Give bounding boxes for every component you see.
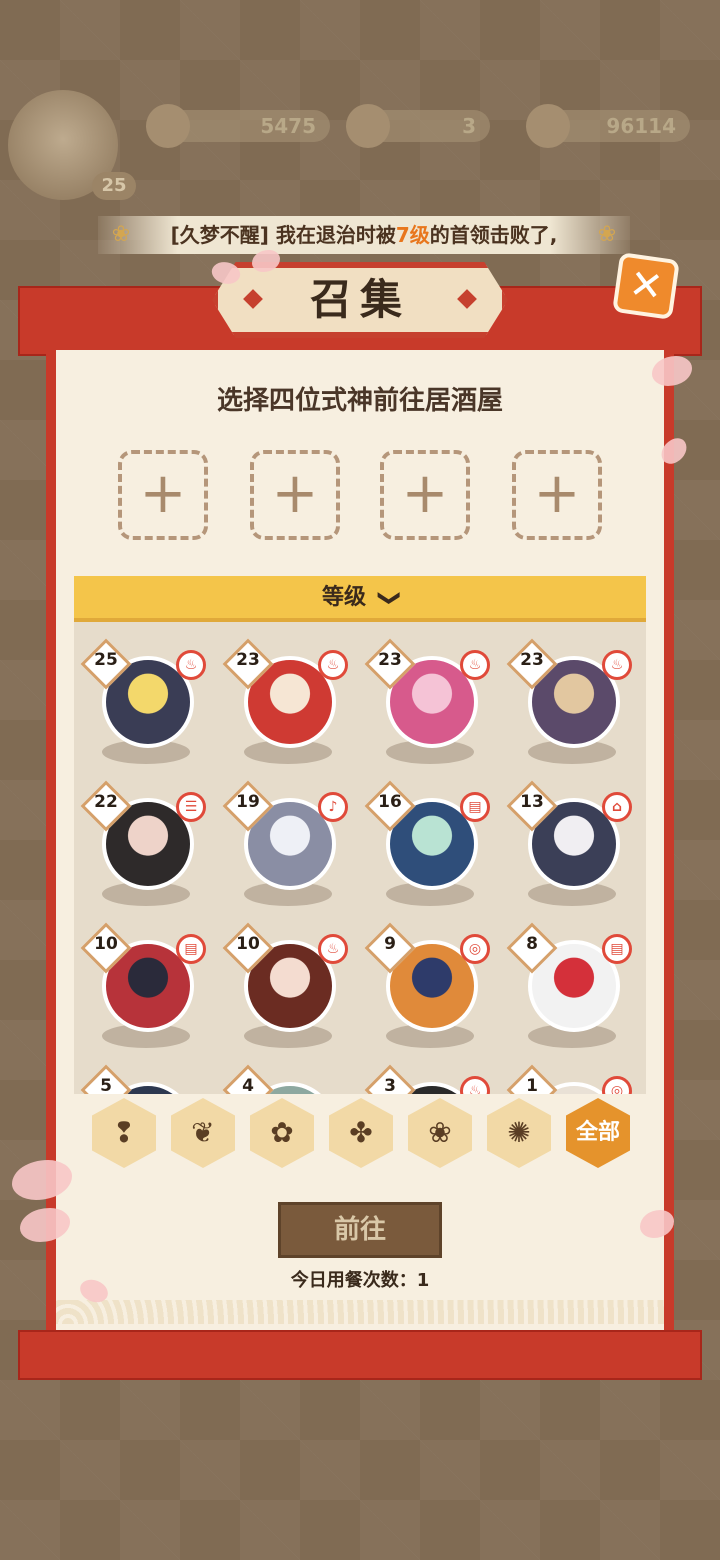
shikigami-card[interactable]: 10 ▤ xyxy=(80,916,210,1056)
shikigami-card[interactable]: 23 ♨ xyxy=(506,632,636,772)
shikigami-card[interactable]: 25 ♨ xyxy=(80,632,210,772)
role-tag-icon: ▤ xyxy=(460,792,490,822)
role-tag-icon: ♪ xyxy=(318,792,348,822)
level-number: 22 xyxy=(94,792,118,812)
level-number: 19 xyxy=(236,792,260,812)
role-tag-icon: ♨ xyxy=(460,650,490,680)
coin-icon xyxy=(526,104,570,148)
shikigami-card[interactable]: 22 ☰ xyxy=(80,774,210,914)
panel-footer-bar xyxy=(18,1330,702,1380)
shikigami-card[interactable]: 23 ♨ xyxy=(364,632,494,772)
level-number: 23 xyxy=(520,650,544,670)
shikigami-card[interactable]: 4 xyxy=(222,1058,352,1094)
level-number: 10 xyxy=(94,934,118,954)
meal-count-label: 今日用餐次数： xyxy=(290,1270,417,1291)
level-number: 5 xyxy=(100,1076,112,1094)
dialog-subtitle: 选择四位式神前往居酒屋 xyxy=(216,386,503,416)
go-button[interactable]: 前往 xyxy=(278,1202,442,1258)
top-hud: 25 5475 3 96114 xyxy=(0,90,720,200)
rarity-filter-2[interactable]: ❦ xyxy=(171,1098,235,1168)
rarity-filter-bar: ❢ ❦ ✿ ✤ ❀ ✺ 全部 xyxy=(92,1098,632,1170)
rarity-filter-1[interactable]: ❢ xyxy=(92,1098,156,1168)
shikigami-card[interactable]: 19 ♪ xyxy=(222,774,352,914)
notice-suffix: 的首领击败了, xyxy=(429,223,558,247)
sort-dropdown[interactable]: 等级 ❯ xyxy=(74,576,646,622)
chevron-down-icon: ❯ xyxy=(376,588,402,608)
shikigami-card[interactable]: 8 ▤ xyxy=(506,916,636,1056)
level-number: 4 xyxy=(242,1076,254,1094)
role-tag-icon: ♨ xyxy=(318,934,348,964)
level-number: 16 xyxy=(378,792,402,812)
notice-prefix: [久梦不醒] 我在退治时被 xyxy=(170,223,396,247)
role-tag-icon: ☰ xyxy=(176,792,206,822)
role-tag-icon: ◎ xyxy=(602,1076,632,1094)
role-tag-icon: ◎ xyxy=(460,934,490,964)
party-slot-3[interactable]: + xyxy=(380,450,470,540)
level-number: 10 xyxy=(236,934,260,954)
shikigami-card[interactable]: 3 ♨ xyxy=(364,1058,494,1094)
shikigami-card[interactable]: 1 ◎ xyxy=(506,1058,636,1094)
shikigami-card[interactable]: 5 xyxy=(80,1058,210,1094)
level-number: 23 xyxy=(378,650,402,670)
rarity-filter-5[interactable]: ❀ xyxy=(408,1098,472,1168)
close-button[interactable]: ✕ xyxy=(612,252,680,320)
level-number: 23 xyxy=(236,650,260,670)
shikigami-card[interactable]: 23 ♨ xyxy=(222,632,352,772)
title-plate: 召集 xyxy=(212,262,508,338)
rarity-filter-4[interactable]: ✤ xyxy=(329,1098,393,1168)
party-slot-1[interactable]: + xyxy=(118,450,208,540)
resource-value: 5475 xyxy=(260,114,316,138)
role-tag-icon: ♨ xyxy=(176,650,206,680)
party-slot-4[interactable]: + xyxy=(512,450,602,540)
bun-icon xyxy=(346,104,390,148)
level-number: 25 xyxy=(94,650,118,670)
level-number: 1 xyxy=(526,1076,538,1094)
resource-value: 96114 xyxy=(606,114,676,138)
shikigami-grid: 25 ♨ 23 ♨ 23 ♨ 23 ♨ 22 ☰ 19 ♪ 16 ▤ 13 ⌂ 10 ▤ 10 ♨ 9 ◎ 8 ▤ 5 4 3 ♨ 1 ◎ xyxy=(74,622,646,1094)
rarity-filter-6[interactable]: ✺ xyxy=(487,1098,551,1168)
player-level-badge: 25 xyxy=(92,172,136,200)
wave-decoration xyxy=(56,1300,664,1324)
role-tag-icon: ▤ xyxy=(602,934,632,964)
meal-count: 今日用餐次数：1 xyxy=(0,1266,720,1292)
resource-tickets[interactable]: 3 xyxy=(346,104,490,148)
resource-hearts[interactable]: 5475 xyxy=(146,104,330,148)
level-number: 8 xyxy=(526,934,538,954)
level-number: 3 xyxy=(384,1076,396,1094)
meal-count-value: 1 xyxy=(416,1270,430,1291)
rarity-filter-3[interactable]: ✿ xyxy=(250,1098,314,1168)
resource-coins[interactable]: 96114 xyxy=(526,104,690,148)
flower-icon: ❀ xyxy=(111,222,131,247)
role-tag-icon: ▤ xyxy=(176,934,206,964)
role-tag-icon: ⌂ xyxy=(602,792,632,822)
level-number: 13 xyxy=(520,792,544,812)
flower-icon: ❀ xyxy=(597,222,617,247)
rarity-filter-all[interactable]: 全部 xyxy=(566,1098,630,1168)
level-number: 9 xyxy=(384,934,396,954)
resource-value: 3 xyxy=(462,114,476,138)
role-tag-icon: ♨ xyxy=(602,650,632,680)
role-tag-icon: ♨ xyxy=(460,1076,490,1094)
broadcast-notice: ❀ [久梦不醒] 我在退治时被7级的首领击败了, ❀ xyxy=(98,216,630,254)
shikigami-card[interactable]: 10 ♨ xyxy=(222,916,352,1056)
shikigami-card[interactable]: 13 ⌂ xyxy=(506,774,636,914)
sort-label: 等级 xyxy=(321,585,366,610)
notice-highlight: 7级 xyxy=(395,223,430,247)
shikigami-card[interactable]: 16 ▤ xyxy=(364,774,494,914)
plum-flower-icon xyxy=(146,104,190,148)
shikigami-card[interactable]: 9 ◎ xyxy=(364,916,494,1056)
party-slot-2[interactable]: + xyxy=(250,450,340,540)
role-tag-icon: ♨ xyxy=(318,650,348,680)
